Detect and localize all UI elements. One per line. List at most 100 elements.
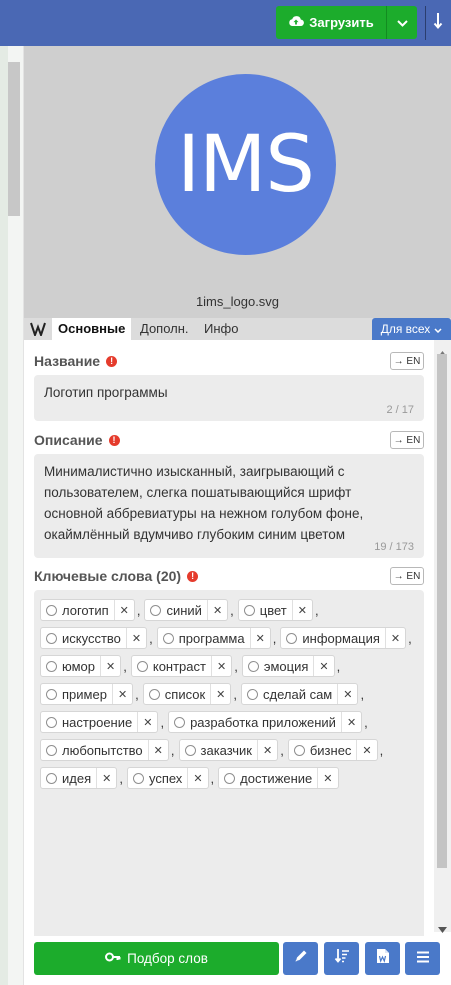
keyword-select-circle[interactable] — [162, 632, 174, 644]
keyword-select-circle[interactable] — [150, 604, 162, 616]
keyword-select-circle[interactable] — [132, 772, 144, 784]
keyword-chip[interactable]: успех ✕ — [126, 767, 209, 789]
keyword-chip[interactable]: бизнес ✕ — [287, 739, 378, 761]
remove-keyword-icon[interactable]: ✕ — [111, 684, 132, 704]
keyword-text: достижение — [240, 770, 313, 786]
for-all-dropdown[interactable]: Для всех — [372, 318, 451, 340]
keyword-chip[interactable]: пример ✕ — [40, 683, 134, 705]
keywords-translate-button[interactable]: → EN — [390, 567, 424, 585]
keyword-chip[interactable]: искусство ✕ — [40, 627, 148, 649]
remove-keyword-icon[interactable]: ✕ — [257, 740, 277, 760]
sort-button[interactable] — [324, 942, 359, 975]
scroll-up-icon[interactable] — [438, 344, 447, 357]
keyword-chip[interactable]: разработка приложений ✕ — [168, 711, 363, 733]
title-input[interactable]: Логотип программы 2 / 17 — [34, 375, 424, 421]
remove-keyword-icon[interactable]: ✕ — [100, 656, 120, 676]
menu-button[interactable] — [405, 942, 440, 975]
panel-scrollbar-thumb[interactable] — [437, 354, 447, 868]
title-translate-button[interactable]: → EN — [390, 352, 424, 370]
keyword-select-circle[interactable] — [148, 688, 160, 700]
upload-button[interactable]: Загрузить — [276, 6, 386, 39]
keyword-select-circle[interactable] — [46, 660, 57, 672]
tab-additional[interactable]: Дополн. — [134, 318, 195, 340]
keyword-select-circle[interactable] — [224, 772, 236, 784]
tab-main[interactable]: Основные — [52, 318, 132, 340]
keyword-chip[interactable]: юмор ✕ — [40, 655, 122, 677]
remove-keyword-icon[interactable]: ✕ — [210, 684, 230, 704]
description-label-text: Описание — [34, 432, 103, 448]
remove-keyword-icon[interactable]: ✕ — [187, 768, 207, 788]
keyword-chip[interactable]: достижение ✕ — [218, 767, 339, 789]
keyword-chip[interactable]: эмоция ✕ — [241, 655, 335, 677]
keyword-separator: , — [364, 714, 368, 730]
keyword-select-circle[interactable] — [286, 632, 298, 644]
keyword-separator: , — [336, 658, 341, 674]
keyword-chip[interactable]: заказчик ✕ — [178, 739, 279, 761]
keyword-select-circle[interactable] — [247, 660, 259, 672]
edit-button[interactable] — [283, 942, 318, 975]
scroll-down-icon[interactable] — [438, 920, 447, 933]
keyword-select-circle[interactable] — [293, 744, 305, 756]
remove-keyword-icon[interactable]: ✕ — [147, 740, 168, 760]
keyword-select-circle[interactable] — [46, 632, 57, 644]
keyword-chip[interactable]: любопытство ✕ — [40, 739, 169, 761]
keyword-chip[interactable]: настроение ✕ — [40, 711, 159, 733]
remove-keyword-icon[interactable]: ✕ — [206, 600, 227, 620]
remove-keyword-icon[interactable]: ✕ — [313, 656, 333, 676]
keyword-text: пример — [62, 686, 107, 702]
remove-keyword-icon[interactable]: ✕ — [356, 740, 376, 760]
left-scrollbar-thumb[interactable] — [8, 62, 20, 216]
keyword-chip[interactable]: контраст ✕ — [130, 655, 233, 677]
keyword-select-circle[interactable] — [46, 716, 57, 728]
export-word-button[interactable] — [365, 942, 400, 975]
keyword-chip[interactable]: информация ✕ — [280, 627, 407, 649]
keyword-chip[interactable]: логотип ✕ — [40, 599, 135, 621]
panel-scrollbar[interactable] — [434, 340, 451, 933]
keyword-chip[interactable]: идея ✕ — [40, 767, 118, 789]
keyword-chip[interactable]: сделай сам ✕ — [241, 683, 359, 705]
description-input[interactable]: Минималистично изысканный, заигрывающий … — [34, 454, 424, 558]
keywords-input[interactable]: логотип ✕, синий ✕, цвет ✕, искусство ✕, програм… — [34, 590, 424, 936]
keyword-select-circle[interactable] — [46, 744, 57, 756]
keyword-chip[interactable]: синий ✕ — [144, 599, 229, 621]
keyword-text: разработка приложений — [190, 714, 336, 730]
remove-keyword-icon[interactable]: ✕ — [125, 628, 146, 648]
keyword-chip[interactable]: список ✕ — [142, 683, 232, 705]
keyword-select-circle[interactable] — [46, 604, 57, 616]
keyword-separator: , — [280, 742, 284, 758]
keyword-select-circle[interactable] — [46, 688, 57, 700]
keyword-select-circle[interactable] — [46, 772, 57, 784]
keyword-separator: , — [136, 602, 141, 618]
keyword-select-circle[interactable] — [247, 688, 258, 700]
keyword-select-circle[interactable] — [184, 744, 196, 756]
keyword-separator: , — [272, 630, 277, 646]
keyword-text: эмоция — [263, 658, 309, 674]
keyword-chip[interactable]: цвет ✕ — [237, 599, 313, 621]
remove-keyword-icon[interactable]: ✕ — [291, 600, 312, 620]
download-button[interactable] — [430, 10, 446, 36]
remove-keyword-icon[interactable]: ✕ — [384, 628, 405, 648]
keyword-select-circle[interactable] — [174, 716, 186, 728]
keyword-separator: , — [119, 770, 123, 786]
remove-keyword-icon[interactable]: ✕ — [340, 712, 361, 732]
tab-info[interactable]: Инфо — [198, 318, 244, 340]
keyword-select-circle[interactable] — [243, 604, 255, 616]
keyword-text: идея — [62, 770, 92, 786]
remove-keyword-icon[interactable]: ✕ — [210, 656, 231, 676]
keyword-text: программа — [178, 630, 245, 646]
keywords-label-text: Ключевые слова (20) — [34, 568, 182, 584]
keyword-chip[interactable]: программа ✕ — [156, 627, 271, 649]
keyword-separator: , — [210, 770, 215, 786]
description-translate-button[interactable]: → EN — [390, 431, 424, 449]
keyword-text: искусство — [62, 630, 121, 646]
remove-keyword-icon[interactable]: ✕ — [249, 628, 270, 648]
upload-options-button[interactable] — [386, 6, 417, 39]
remove-keyword-icon[interactable]: ✕ — [113, 600, 134, 620]
remove-keyword-icon[interactable]: ✕ — [96, 768, 116, 788]
suggest-keywords-button[interactable]: Подбор слов — [34, 942, 279, 975]
keyword-select-circle[interactable] — [136, 660, 148, 672]
key-icon — [105, 951, 121, 966]
remove-keyword-icon[interactable]: ✕ — [317, 768, 337, 788]
remove-keyword-icon[interactable]: ✕ — [337, 684, 357, 704]
remove-keyword-icon[interactable]: ✕ — [137, 712, 157, 732]
